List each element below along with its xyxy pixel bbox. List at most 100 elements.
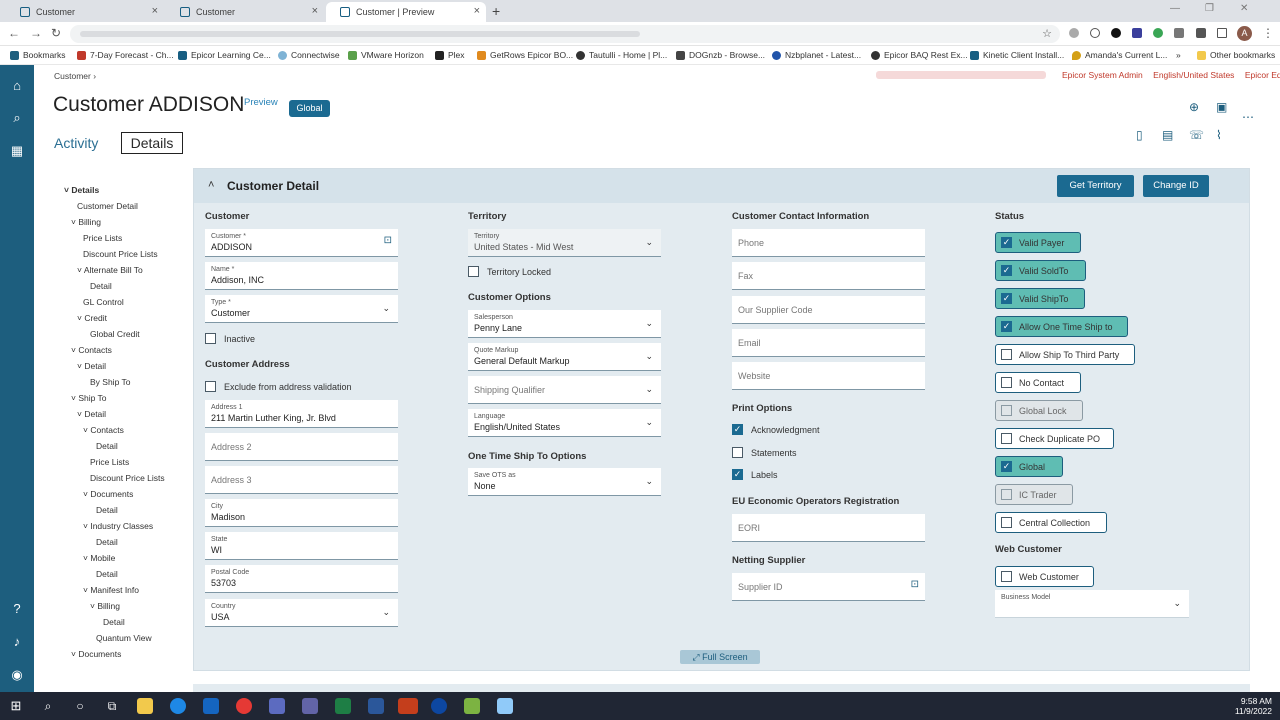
customer-id-field[interactable]: Customer * ADDISON ⊡ bbox=[205, 229, 398, 257]
eori-field[interactable]: EORI bbox=[732, 514, 925, 542]
central-collection-toggle[interactable]: Central Collection bbox=[995, 512, 1107, 533]
bookmark-item[interactable]: Bookmarks bbox=[10, 50, 66, 60]
browser-tab[interactable]: Customer × bbox=[6, 2, 164, 22]
full-screen-button[interactable]: ⤢ Full Screen bbox=[680, 650, 760, 664]
notepad-icon[interactable] bbox=[464, 698, 480, 714]
panel-icon[interactable]: ▤ bbox=[1162, 128, 1173, 142]
salesperson-select[interactable]: Salesperson Penny Lane ⌄ bbox=[468, 310, 661, 338]
phone-icon[interactable]: ☏ bbox=[1189, 128, 1204, 142]
tree-item-documents[interactable]: ˅ Documents bbox=[83, 489, 133, 499]
web-customer-toggle[interactable]: Web Customer bbox=[995, 566, 1094, 587]
bell-icon[interactable]: ♪ bbox=[9, 634, 25, 649]
bookmark-item[interactable]: Kinetic Client Install... bbox=[970, 50, 1064, 60]
city-field[interactable]: City Madison bbox=[205, 499, 398, 527]
bookmark-item[interactable]: Amanda's Current L... bbox=[1072, 50, 1167, 60]
tree-item-details[interactable]: ˅ Details bbox=[64, 185, 99, 195]
exclude-address-validation-checkbox[interactable]: Exclude from address validation bbox=[205, 381, 352, 392]
reload-icon[interactable]: ↻ bbox=[51, 26, 61, 40]
tree-item-contacts[interactable]: ˅ Contacts bbox=[83, 425, 124, 435]
labels-checkbox[interactable]: ✓ Labels bbox=[732, 469, 778, 480]
snowflake-icon[interactable] bbox=[497, 698, 513, 714]
extension-icon[interactable] bbox=[1174, 28, 1184, 38]
add-icon[interactable]: ⊕ bbox=[1189, 100, 1199, 114]
teams-icon[interactable] bbox=[302, 698, 318, 714]
checkbox[interactable]: ✓ bbox=[1001, 321, 1012, 332]
tree-item-detail[interactable]: Detail bbox=[96, 537, 118, 547]
valid-payer-toggle[interactable]: ✓ Valid Payer bbox=[995, 232, 1081, 253]
user-icon[interactable]: ◉ bbox=[9, 667, 25, 683]
search-icon[interactable]: ⊡ bbox=[911, 579, 919, 590]
bookmark-item[interactable]: Epicor BAQ Rest Ex... bbox=[871, 50, 968, 60]
bookmark-item[interactable]: Plex bbox=[435, 50, 465, 60]
checkbox[interactable]: ✓ bbox=[1001, 237, 1012, 248]
bookmark-item[interactable]: DOGnzb - Browse... bbox=[676, 50, 765, 60]
document-icon[interactable]: ▯ bbox=[1136, 128, 1143, 142]
no-contact-toggle[interactable]: No Contact bbox=[995, 372, 1081, 393]
checkbox[interactable] bbox=[1001, 517, 1012, 528]
tree-item-detail[interactable]: Detail bbox=[96, 505, 118, 515]
business-model-select[interactable]: Business Model ⌄ bbox=[995, 590, 1189, 618]
window-close-icon[interactable]: ✕ bbox=[1240, 3, 1248, 14]
home-icon[interactable]: ⌂ bbox=[9, 78, 25, 93]
outlook-icon[interactable] bbox=[203, 698, 219, 714]
postal-code-field[interactable]: Postal Code 53703 bbox=[205, 565, 398, 593]
save-icon[interactable]: ▣ bbox=[1216, 100, 1227, 114]
change-id-button[interactable]: Change ID bbox=[1143, 175, 1209, 197]
extension-icon[interactable] bbox=[1090, 28, 1100, 38]
word-icon[interactable] bbox=[368, 698, 384, 714]
checkbox[interactable] bbox=[205, 333, 216, 344]
bookmark-item[interactable]: Epicor Learning Ce... bbox=[178, 50, 271, 60]
supplier-code-field[interactable]: Our Supplier Code bbox=[732, 296, 925, 324]
user-name[interactable]: Epicor System Admin bbox=[1062, 70, 1143, 80]
search-icon[interactable]: ⊡ bbox=[384, 235, 392, 246]
back-icon[interactable]: ← bbox=[8, 26, 20, 40]
tree-item-detail[interactable]: Detail bbox=[96, 569, 118, 579]
tree-item-detail[interactable]: ˅ Detail bbox=[77, 409, 106, 419]
address3-field[interactable]: Address 3 bbox=[205, 466, 398, 494]
tree-item-manifest-info[interactable]: ˅ Manifest Info bbox=[83, 585, 139, 595]
bookmark-item[interactable]: Nzbplanet - Latest... bbox=[772, 50, 861, 60]
tree-item-quantum-view[interactable]: Quantum View bbox=[96, 633, 152, 643]
excel-icon[interactable] bbox=[335, 698, 351, 714]
tab-details[interactable]: Details bbox=[121, 132, 183, 154]
help-icon[interactable]: ? bbox=[9, 601, 25, 616]
checkbox[interactable] bbox=[205, 381, 216, 392]
chrome-icon[interactable] bbox=[236, 698, 252, 714]
allow-one-time-ship-to-toggle[interactable]: ✓ Allow One Time Ship to bbox=[995, 316, 1128, 337]
windows-start-icon[interactable]: ⊞ bbox=[8, 698, 24, 714]
statements-checkbox[interactable]: Statements bbox=[732, 447, 797, 458]
address2-field[interactable]: Address 2 bbox=[205, 433, 398, 461]
get-territory-button[interactable]: Get Territory bbox=[1057, 175, 1134, 197]
country-select[interactable]: Country USA ⌄ bbox=[205, 599, 398, 627]
tree-item-alternate-bill-to[interactable]: ˅ Alternate Bill To bbox=[77, 265, 143, 275]
system-clock[interactable]: 9:58 AM 11/9/2022 bbox=[1235, 696, 1272, 716]
search-icon[interactable]: ⌕ bbox=[9, 110, 25, 126]
bookmark-folder[interactable]: Other bookmarks bbox=[1197, 50, 1275, 60]
overflow-menu-icon[interactable]: ⋯ bbox=[1242, 110, 1254, 124]
territory-select[interactable]: Territory United States - Mid West ⌄ bbox=[468, 229, 661, 257]
tree-item-discount-price-lists[interactable]: Discount Price Lists bbox=[90, 473, 165, 483]
minimize-icon[interactable]: — bbox=[1170, 3, 1180, 14]
close-icon[interactable]: × bbox=[312, 5, 318, 17]
valid-shipto-toggle[interactable]: ✓ Valid ShipTo bbox=[995, 288, 1085, 309]
global-toggle[interactable]: ✓ Global bbox=[995, 456, 1063, 477]
checkbox[interactable] bbox=[1001, 377, 1012, 388]
language-label[interactable]: English/United States bbox=[1153, 70, 1234, 80]
app-icon[interactable] bbox=[269, 698, 285, 714]
inactive-checkbox[interactable]: Inactive bbox=[205, 333, 255, 344]
tree-item-detail[interactable]: ˅ Detail bbox=[77, 361, 106, 371]
acknowledgment-checkbox[interactable]: ✓ Acknowledgment bbox=[732, 424, 820, 435]
extension-icon[interactable] bbox=[1153, 28, 1163, 38]
bookmark-item[interactable]: Tautulli - Home | Pl... bbox=[576, 50, 667, 60]
checkbox[interactable] bbox=[1001, 489, 1012, 500]
email-field[interactable]: Email bbox=[732, 329, 925, 357]
quote-markup-select[interactable]: Quote Markup General Default Markup ⌄ bbox=[468, 343, 661, 371]
bookmark-item[interactable]: GetRows Epicor BO... bbox=[477, 50, 573, 60]
checkbox[interactable]: ✓ bbox=[732, 469, 743, 480]
bookmark-item[interactable]: 7-Day Forecast - Ch... bbox=[77, 50, 174, 60]
phone-field[interactable]: Phone bbox=[732, 229, 925, 257]
checkbox[interactable]: ✓ bbox=[1001, 265, 1012, 276]
shipping-qualifier-select[interactable]: Shipping Qualifier ⌄ bbox=[468, 376, 661, 404]
tree-item-customer-detail[interactable]: Customer Detail bbox=[77, 201, 138, 211]
restore-icon[interactable]: ❐ bbox=[1205, 3, 1214, 14]
